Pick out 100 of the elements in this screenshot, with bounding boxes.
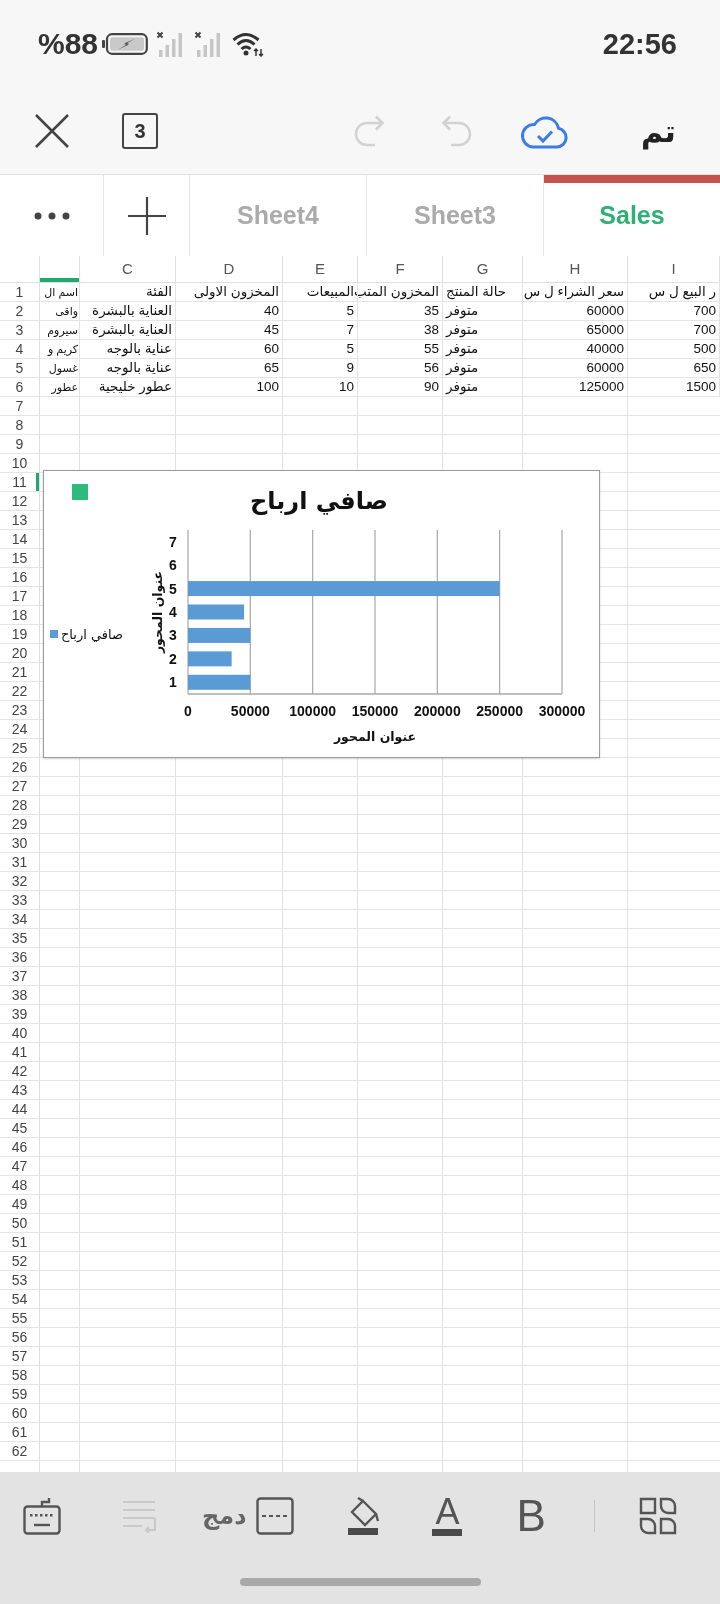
row-header[interactable]: 24 bbox=[0, 720, 40, 739]
table-cell: 60 bbox=[176, 340, 283, 359]
keyboard-icon[interactable] bbox=[23, 1497, 61, 1535]
column-header[interactable]: G bbox=[443, 256, 523, 283]
row-header[interactable]: 18 bbox=[0, 606, 40, 625]
row-header[interactable]: 41 bbox=[0, 1043, 40, 1062]
row-header[interactable]: 6 bbox=[0, 378, 40, 397]
row-header[interactable]: 51 bbox=[0, 1233, 40, 1252]
row-header[interactable]: 1 bbox=[0, 283, 40, 302]
row-header[interactable]: 40 bbox=[0, 1024, 40, 1043]
row-header[interactable]: 60 bbox=[0, 1404, 40, 1423]
plus-icon bbox=[127, 196, 166, 235]
axis-tick-label: 300000 bbox=[538, 703, 586, 719]
row-header[interactable]: 53 bbox=[0, 1271, 40, 1290]
row-header[interactable]: 55 bbox=[0, 1309, 40, 1328]
row-header[interactable]: 43 bbox=[0, 1081, 40, 1100]
row-header[interactable]: 7 bbox=[0, 397, 40, 416]
font-color-button[interactable]: A bbox=[432, 1496, 463, 1536]
row-header[interactable]: 54 bbox=[0, 1290, 40, 1309]
column-header[interactable]: C bbox=[80, 256, 176, 283]
axis-title: عنوان المحور bbox=[333, 729, 417, 744]
column-header[interactable]: D bbox=[176, 256, 283, 283]
row-header[interactable]: 59 bbox=[0, 1385, 40, 1404]
table-cell: 125000 bbox=[523, 378, 628, 397]
sheet-count-button[interactable]: 3 bbox=[122, 113, 158, 149]
battery-percent: %88 bbox=[38, 27, 99, 61]
close-icon[interactable] bbox=[34, 113, 70, 149]
row-header[interactable]: 14 bbox=[0, 530, 40, 549]
axis-tick-label: 1 bbox=[169, 674, 177, 691]
table-cell: المخزون الاولى bbox=[176, 283, 283, 302]
row-header[interactable]: 26 bbox=[0, 758, 40, 777]
row-header[interactable]: 11 bbox=[0, 473, 40, 492]
axis-title: عنوان المحور bbox=[150, 570, 165, 654]
table-cell: كريم و bbox=[40, 340, 80, 359]
grid-icon[interactable] bbox=[638, 1497, 677, 1535]
row-header[interactable]: 25 bbox=[0, 739, 40, 758]
table-cell: 1500 bbox=[628, 378, 720, 397]
row-header[interactable]: 57 bbox=[0, 1347, 40, 1366]
column-header[interactable]: H bbox=[523, 256, 628, 283]
bold-button[interactable]: B bbox=[516, 1496, 546, 1536]
row-header[interactable]: 35 bbox=[0, 929, 40, 948]
row-header[interactable]: 62 bbox=[0, 1442, 40, 1461]
table-cell: 7 bbox=[283, 321, 358, 340]
merge-button[interactable]: دمج bbox=[202, 1497, 295, 1535]
row-header[interactable]: 10 bbox=[0, 454, 40, 473]
paint-bucket-icon[interactable] bbox=[346, 1497, 381, 1535]
row-header[interactable]: 5 bbox=[0, 359, 40, 378]
row-header[interactable]: 16 bbox=[0, 568, 40, 587]
row-header[interactable]: 13 bbox=[0, 511, 40, 530]
row-header[interactable]: 21 bbox=[0, 663, 40, 682]
row-header[interactable]: 31 bbox=[0, 853, 40, 872]
row-header[interactable]: 28 bbox=[0, 796, 40, 815]
row-header[interactable]: 61 bbox=[0, 1423, 40, 1442]
bar bbox=[188, 627, 251, 643]
row-header[interactable]: 32 bbox=[0, 872, 40, 891]
row-header[interactable]: 50 bbox=[0, 1214, 40, 1233]
row-header[interactable]: 39 bbox=[0, 1005, 40, 1024]
row-header[interactable]: 22 bbox=[0, 682, 40, 701]
column-header[interactable] bbox=[40, 256, 80, 283]
row-header[interactable]: 38 bbox=[0, 986, 40, 1005]
row-header[interactable]: 45 bbox=[0, 1119, 40, 1138]
done-button[interactable]: تم bbox=[637, 113, 680, 149]
table-cell: 38 bbox=[358, 321, 443, 340]
row-header[interactable]: 52 bbox=[0, 1252, 40, 1271]
row-header[interactable]: 56 bbox=[0, 1328, 40, 1347]
table-cell: عطور bbox=[40, 378, 80, 397]
row-header[interactable]: 48 bbox=[0, 1176, 40, 1195]
row-header[interactable]: 17 bbox=[0, 587, 40, 606]
more-icon bbox=[33, 211, 70, 220]
column-header[interactable]: E bbox=[283, 256, 358, 283]
row-header[interactable]: 2 bbox=[0, 302, 40, 321]
row-header[interactable]: 27 bbox=[0, 777, 40, 796]
row-header[interactable]: 15 bbox=[0, 549, 40, 568]
row-header[interactable]: 33 bbox=[0, 891, 40, 910]
row-header[interactable]: 20 bbox=[0, 644, 40, 663]
row-header[interactable]: 4 bbox=[0, 340, 40, 359]
chart-handle-icon[interactable] bbox=[72, 484, 88, 500]
row-header[interactable]: 36 bbox=[0, 948, 40, 967]
row-header[interactable]: 12 bbox=[0, 492, 40, 511]
table-cell: 65 bbox=[176, 359, 283, 378]
table-cell: حالة المنتج bbox=[443, 283, 523, 302]
row-header[interactable]: 58 bbox=[0, 1366, 40, 1385]
row-header[interactable]: 8 bbox=[0, 416, 40, 435]
row-header[interactable]: 19 bbox=[0, 625, 40, 644]
row-header[interactable]: 9 bbox=[0, 435, 40, 454]
row-header[interactable]: 29 bbox=[0, 815, 40, 834]
row-header[interactable]: 47 bbox=[0, 1157, 40, 1176]
row-header[interactable]: 42 bbox=[0, 1062, 40, 1081]
row-header[interactable]: 23 bbox=[0, 701, 40, 720]
row-header[interactable]: 37 bbox=[0, 967, 40, 986]
row-header[interactable]: 49 bbox=[0, 1195, 40, 1214]
row-header[interactable]: 34 bbox=[0, 910, 40, 929]
axis-tick-label: 200000 bbox=[413, 703, 461, 719]
table-cell: سعر الشراء ل س bbox=[523, 283, 628, 302]
row-header[interactable]: 30 bbox=[0, 834, 40, 853]
column-header[interactable]: F bbox=[358, 256, 443, 283]
column-header[interactable]: I bbox=[628, 256, 720, 283]
row-header[interactable]: 3 bbox=[0, 321, 40, 340]
row-header[interactable]: 46 bbox=[0, 1138, 40, 1157]
row-header[interactable]: 44 bbox=[0, 1100, 40, 1119]
